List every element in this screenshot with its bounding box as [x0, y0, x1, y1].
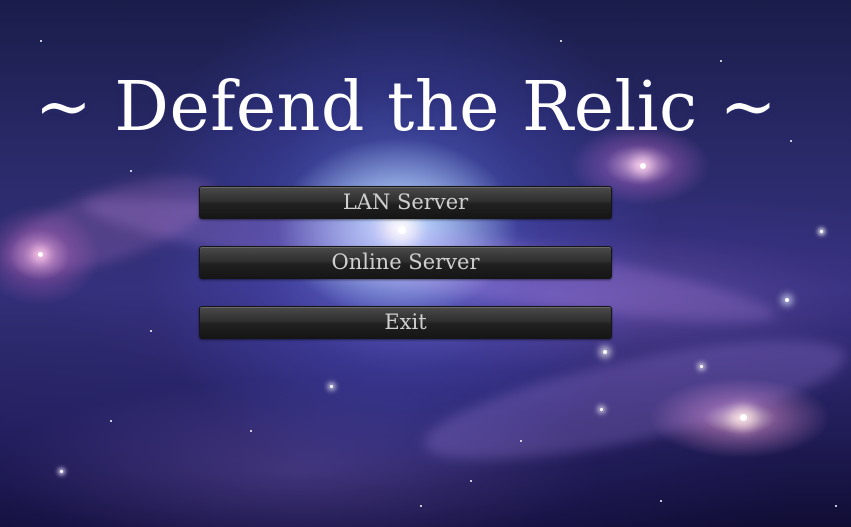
star — [560, 40, 562, 42]
star — [130, 170, 132, 172]
star — [820, 230, 823, 233]
star — [110, 420, 112, 422]
game-menu-screen: ~ Defend the Relic ~ LAN Server Online S… — [0, 0, 851, 527]
star — [150, 330, 152, 332]
star — [38, 252, 43, 257]
star — [250, 430, 252, 432]
star — [740, 414, 747, 421]
star — [420, 505, 422, 507]
star — [330, 385, 333, 388]
main-menu: LAN Server Online Server Exit — [199, 186, 612, 366]
star — [785, 298, 789, 302]
star — [640, 163, 646, 169]
star — [835, 505, 837, 507]
star — [470, 480, 472, 482]
star — [600, 408, 603, 411]
exit-button[interactable]: Exit — [199, 306, 612, 339]
online-server-button[interactable]: Online Server — [199, 246, 612, 279]
game-title: ~ Defend the Relic ~ — [34, 68, 778, 147]
star — [520, 440, 522, 442]
star — [660, 500, 662, 502]
lan-server-button[interactable]: LAN Server — [199, 186, 612, 219]
star — [40, 40, 42, 42]
star — [720, 60, 722, 62]
star — [700, 365, 703, 368]
star — [60, 470, 63, 473]
